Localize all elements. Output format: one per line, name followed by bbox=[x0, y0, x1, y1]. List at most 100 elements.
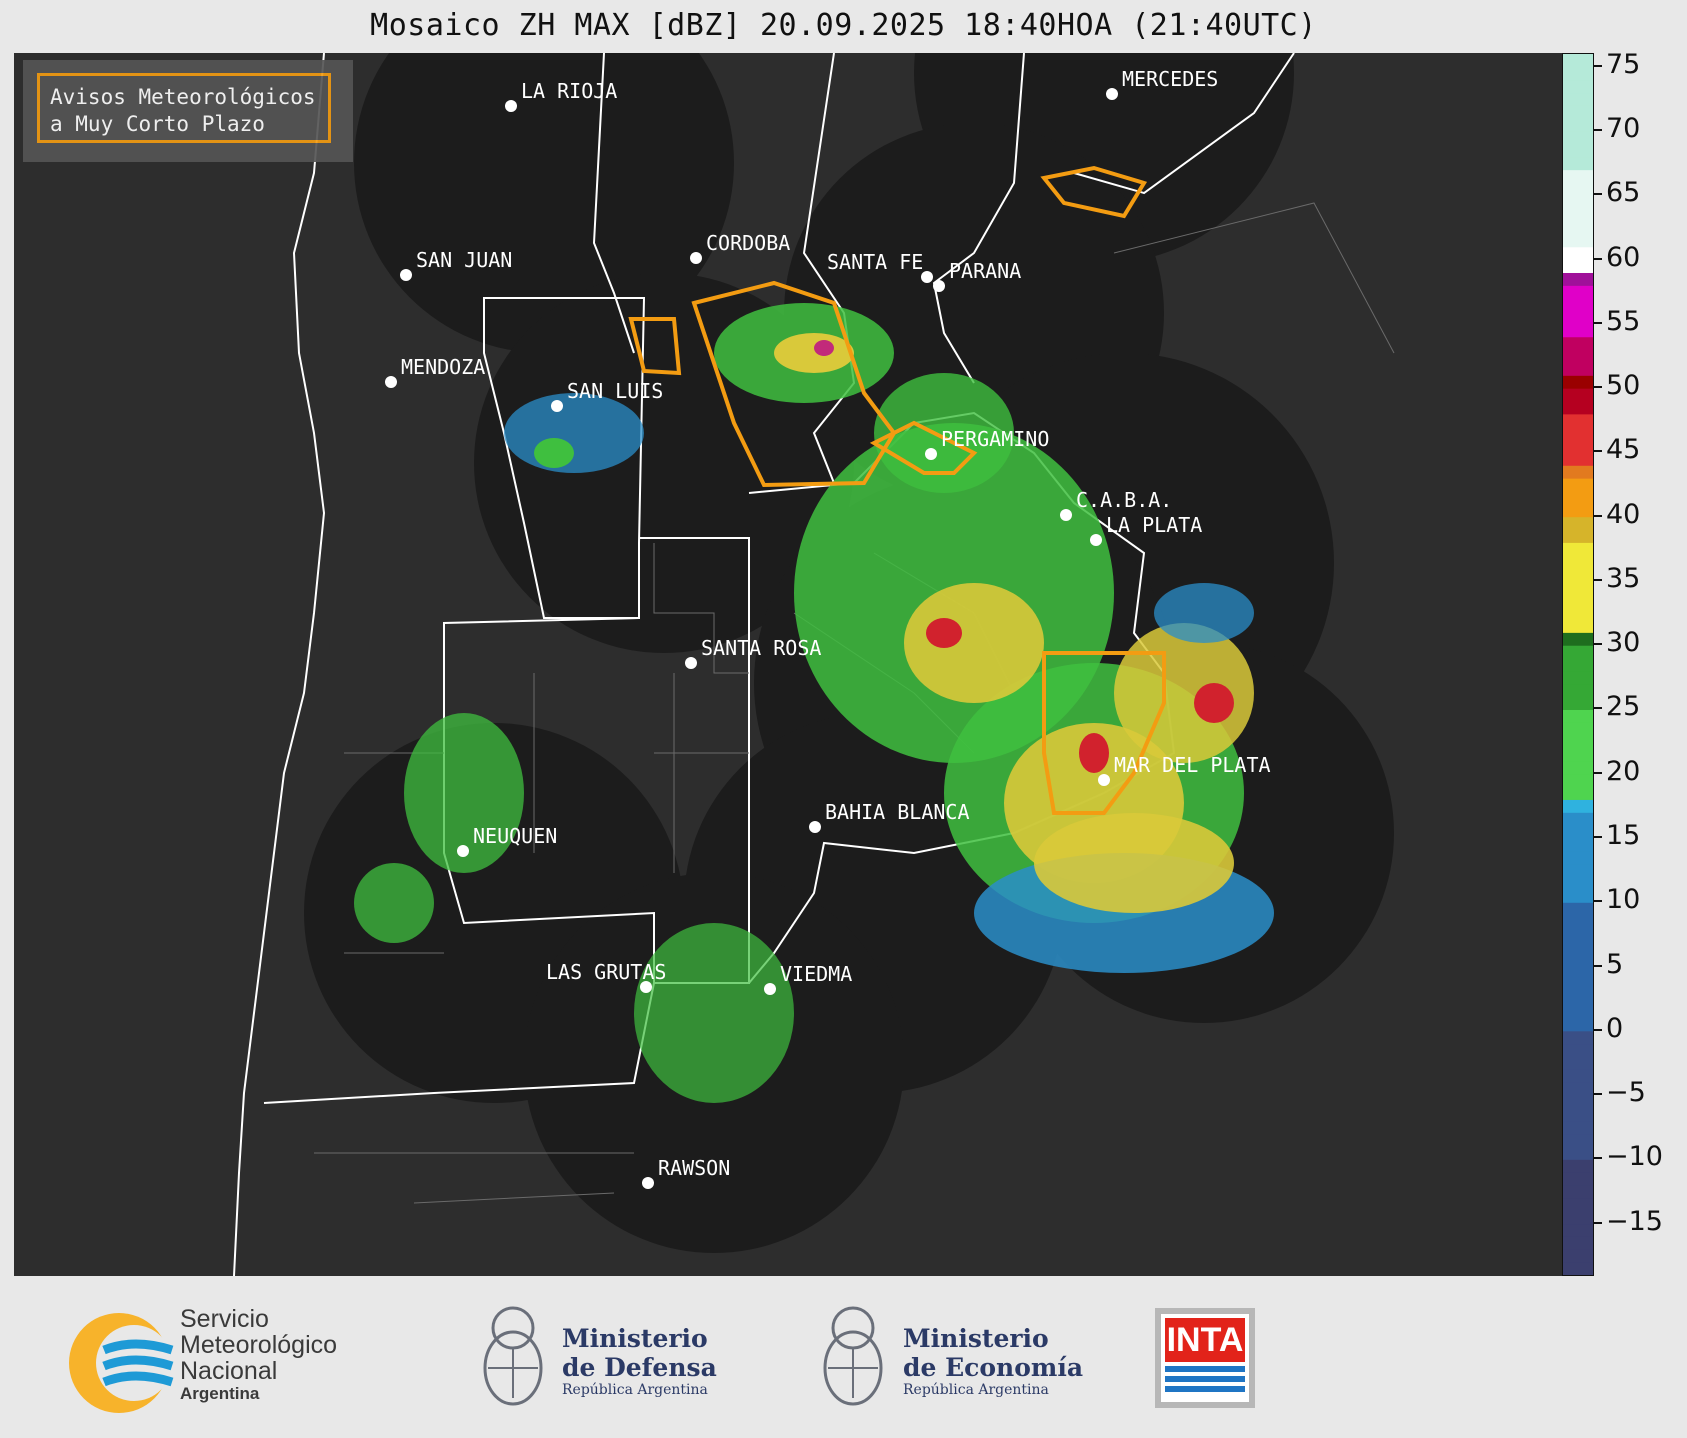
colorbar-band bbox=[1563, 1197, 1593, 1212]
smn-line-4: Argentina bbox=[180, 1384, 260, 1403]
colorbar-tick-label: 15 bbox=[1606, 820, 1641, 851]
colorbar-tick-mark bbox=[1594, 900, 1602, 903]
colorbar-band bbox=[1563, 388, 1593, 402]
colorbar-tick-label: −15 bbox=[1606, 1205, 1663, 1237]
colorbar-band bbox=[1563, 1172, 1593, 1186]
city-label: SAN JUAN bbox=[416, 248, 512, 272]
colorbar-band bbox=[1563, 516, 1593, 531]
colorbar-band bbox=[1563, 169, 1593, 184]
colorbar-band bbox=[1563, 66, 1593, 81]
colorbar-tick-mark bbox=[1594, 1093, 1602, 1096]
colorbar-band bbox=[1563, 966, 1593, 980]
city-label: LA RIOJA bbox=[521, 79, 617, 103]
colorbar-tick-mark bbox=[1594, 1028, 1602, 1031]
economia-logo-text: Ministerio de Economía República Argenti… bbox=[903, 1324, 1083, 1398]
colorbar-tick-mark bbox=[1594, 643, 1602, 646]
colorbar-band bbox=[1563, 670, 1593, 685]
city-marker bbox=[457, 845, 469, 857]
colorbar-band bbox=[1563, 272, 1593, 286]
colorbar-band bbox=[1563, 208, 1593, 222]
colorbar-band bbox=[1563, 555, 1593, 569]
colorbar-tick-mark bbox=[1594, 386, 1602, 389]
city-marker bbox=[400, 269, 412, 281]
city-marker bbox=[933, 280, 945, 292]
smn-line-3: Nacional bbox=[180, 1357, 278, 1385]
city-label: CORDOBA bbox=[706, 231, 790, 255]
radar-map[interactable]: LA RIOJA MERCEDES SAN JUAN CORDOBA SANTA FE P… bbox=[14, 0, 1562, 1277]
colorbar-band bbox=[1563, 1210, 1593, 1225]
colorbar-tick-label: 10 bbox=[1606, 884, 1641, 916]
city-label: MERCEDES bbox=[1122, 67, 1218, 91]
city-label: MENDOZA bbox=[401, 355, 485, 379]
colorbar-band bbox=[1563, 349, 1593, 363]
city-marker bbox=[1106, 88, 1118, 100]
colorbar-band bbox=[1563, 131, 1593, 145]
colorbar-tick-mark bbox=[1594, 964, 1602, 967]
colorbar-tick-mark bbox=[1594, 257, 1602, 260]
colorbar-tick-mark bbox=[1594, 707, 1602, 710]
colorbar-tick-mark bbox=[1594, 129, 1602, 132]
city-label: SANTA FE bbox=[827, 250, 923, 274]
colorbar-band bbox=[1563, 529, 1593, 543]
colorbar-band bbox=[1563, 490, 1593, 505]
colorbar-band bbox=[1563, 696, 1593, 710]
economia-line-1: Ministerio bbox=[903, 1324, 1049, 1353]
colorbar-band bbox=[1563, 889, 1593, 903]
colorbar-tick-mark bbox=[1594, 1221, 1602, 1224]
colorbar-tick-mark bbox=[1594, 514, 1602, 517]
city-label: NEUQUEN bbox=[473, 824, 557, 848]
city-marker bbox=[690, 252, 702, 264]
coat-of-arms-icon-defensa bbox=[483, 1306, 543, 1406]
colorbar-band bbox=[1563, 1159, 1593, 1173]
colorbar-band bbox=[1563, 336, 1593, 351]
colorbar-band bbox=[1563, 1185, 1593, 1199]
colorbar-band bbox=[1563, 915, 1593, 929]
colorbar-tick-label: 35 bbox=[1606, 562, 1641, 594]
colorbar-band bbox=[1563, 503, 1593, 518]
colorbar-band bbox=[1563, 902, 1593, 916]
city-marker bbox=[1098, 774, 1110, 786]
smn-logo-icon bbox=[69, 1313, 174, 1413]
economia-line-2: de Economía bbox=[903, 1353, 1084, 1382]
colorbar-band bbox=[1563, 221, 1593, 235]
colorbar-band bbox=[1563, 375, 1593, 389]
colorbar-band bbox=[1563, 940, 1593, 955]
smn-logo-text: Servicio Meteorológico Nacional Argentin… bbox=[180, 1306, 337, 1404]
economia-line-3: República Argentina bbox=[903, 1382, 1049, 1398]
city-label: LA PLATA bbox=[1106, 513, 1202, 537]
colorbar-band bbox=[1563, 1146, 1593, 1160]
map-title: Mosaico ZH MAX [dBZ] 20.09.2025 18:40HOA… bbox=[370, 8, 1317, 43]
colorbar-tick-label: 70 bbox=[1606, 113, 1641, 145]
legend-line-1: Avisos Meteorológicos bbox=[50, 85, 316, 109]
colorbar-band bbox=[1563, 233, 1593, 248]
colorbar-band bbox=[1563, 979, 1593, 993]
city-label: SAN LUIS bbox=[567, 379, 663, 403]
colorbar-tick-label: 25 bbox=[1606, 691, 1641, 723]
colorbar-band bbox=[1563, 658, 1593, 672]
city-marker bbox=[809, 821, 821, 833]
colorbar-band bbox=[1563, 285, 1593, 299]
inta-logo-text: INTA bbox=[1165, 1318, 1245, 1362]
colorbar-tick-mark bbox=[1594, 321, 1602, 324]
legend-panel: Avisos Meteorológicos a Muy Corto Plazo bbox=[23, 60, 353, 162]
colorbar-band bbox=[1563, 568, 1593, 582]
colorbar-band bbox=[1563, 1030, 1593, 1045]
city-label: PERGAMINO bbox=[941, 427, 1049, 451]
smn-line-1: Servicio bbox=[180, 1305, 269, 1333]
colorbar-band bbox=[1563, 1236, 1593, 1250]
radar-map-canvas: LA RIOJA MERCEDES SAN JUAN CORDOBA SANTA FE P… bbox=[14, 0, 1562, 1277]
colorbar-tick-mark bbox=[1594, 771, 1602, 774]
colorbar-tick-mark bbox=[1594, 64, 1602, 67]
colorbar-band bbox=[1563, 799, 1593, 813]
colorbar-tick-label: 65 bbox=[1606, 177, 1641, 209]
city-label: VIEDMA bbox=[780, 962, 852, 986]
colorbar-tick-label: 40 bbox=[1606, 498, 1641, 530]
colorbar-band bbox=[1563, 311, 1593, 325]
colorbar-band bbox=[1563, 992, 1593, 1006]
colorbar-band bbox=[1563, 773, 1593, 788]
colorbar-band bbox=[1563, 246, 1593, 261]
colorbar-band bbox=[1563, 465, 1593, 479]
colorbar-band bbox=[1563, 413, 1593, 428]
city-label: PARANA bbox=[949, 259, 1021, 283]
colorbar-band bbox=[1563, 619, 1593, 633]
